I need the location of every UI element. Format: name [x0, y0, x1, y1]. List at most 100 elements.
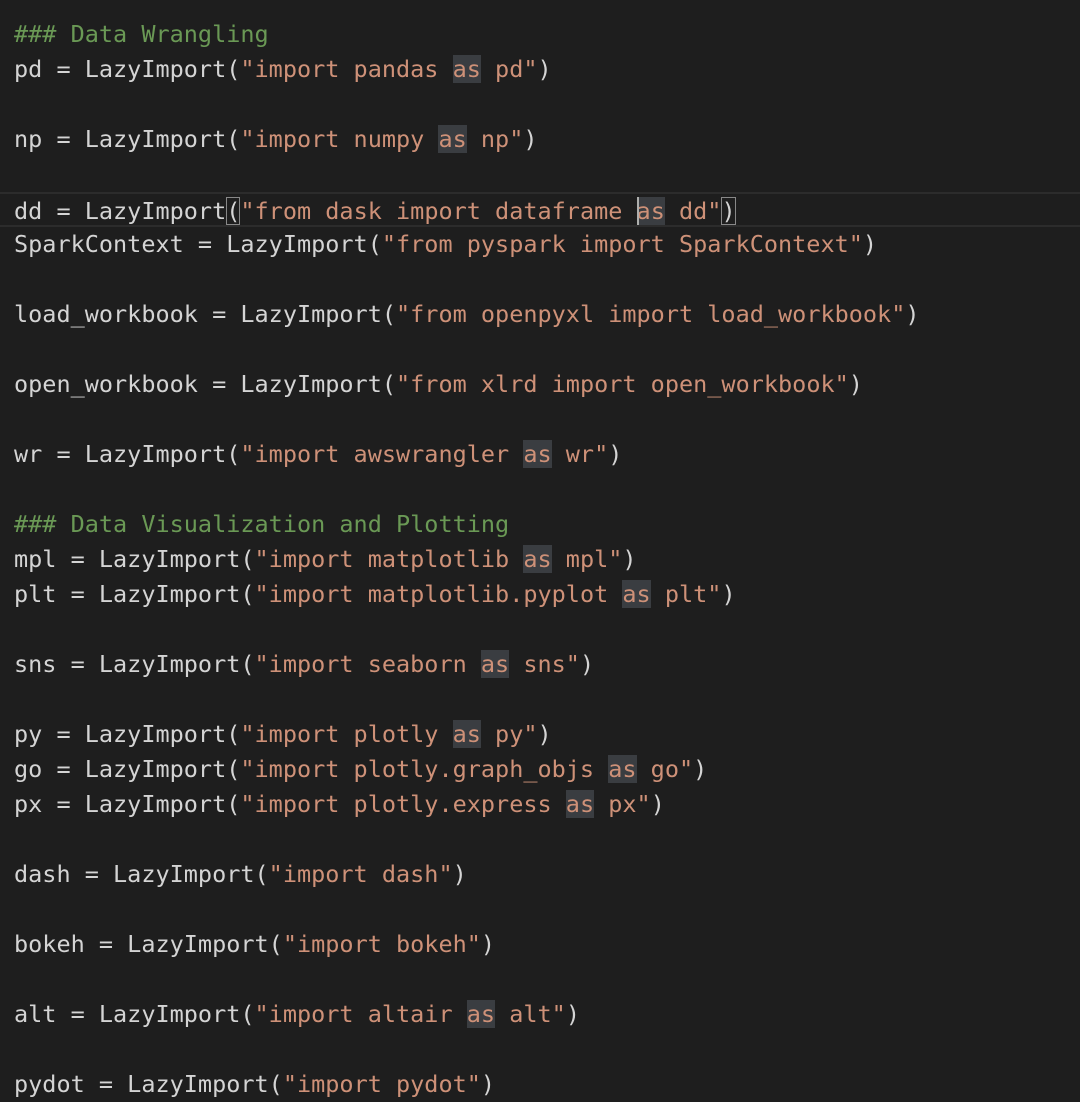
code-line[interactable]: py = LazyImport("import plotly as py") [0, 717, 1080, 752]
code-string: alt" [495, 1000, 566, 1028]
code-bracket-match: ) [721, 197, 736, 225]
code-string: "import altair [254, 1000, 467, 1028]
code-text: ) [622, 545, 637, 573]
code-line[interactable] [0, 1032, 1080, 1067]
code-keyword-highlight: as [452, 55, 481, 83]
code-string: dd" [664, 197, 722, 225]
code-string: "import pandas [240, 55, 453, 83]
code-string: "import seaborn [254, 650, 481, 678]
code-text: sns = LazyImport( [14, 650, 255, 678]
code-text: ) [480, 1070, 496, 1098]
code-text: ) [565, 1000, 580, 1028]
code-line-current[interactable]: dd = LazyImport("from dask import datafr… [0, 192, 1080, 227]
code-text: mpl = LazyImport( [14, 545, 255, 573]
code-line[interactable]: pydot = LazyImport("import pydot") [0, 1067, 1080, 1102]
code-line[interactable]: px = LazyImport("import plotly.express a… [0, 787, 1080, 822]
code-string: py" [480, 720, 538, 748]
code-keyword-highlight: as [438, 125, 467, 153]
code-string: "import plotly [240, 720, 453, 748]
code-text: ) [480, 930, 496, 958]
code-line[interactable] [0, 892, 1080, 927]
code-keyword-highlight: as [523, 440, 552, 468]
code-line[interactable] [0, 262, 1080, 297]
code-line[interactable] [0, 472, 1080, 507]
code-text: ) [848, 370, 863, 398]
code-string: "from openpyxl import load_workbook" [396, 300, 906, 328]
code-string: "import pydot" [282, 1070, 481, 1098]
code-keyword-highlight: as [608, 755, 637, 783]
code-text: ) [862, 230, 878, 258]
code-text: load_workbook = LazyImport( [14, 300, 397, 328]
code-comment: ### Data Visualization and Plotting [14, 510, 510, 538]
code-text: ) [608, 440, 623, 468]
code-text: bokeh = LazyImport( [14, 930, 283, 958]
code-keyword-highlight: as [565, 790, 595, 818]
code-line[interactable]: open_workbook = LazyImport("from xlrd im… [0, 367, 1080, 402]
code-text: ) [721, 580, 736, 608]
code-string: "from dask import dataframe [240, 197, 637, 225]
code-text: ) [523, 125, 538, 153]
code-line[interactable]: wr = LazyImport("import awswrangler as w… [0, 437, 1080, 472]
code-comment: ### Data Wrangling [14, 20, 269, 48]
code-text: SparkContext = LazyImport( [14, 230, 382, 258]
code-line[interactable]: ### Data Visualization and Plotting [0, 507, 1080, 542]
code-string: sns" [509, 650, 580, 678]
code-line[interactable]: go = LazyImport("import plotly.graph_obj… [0, 752, 1080, 787]
code-string: wr" [551, 440, 609, 468]
code-text: pd = LazyImport( [14, 55, 241, 83]
code-line[interactable]: alt = LazyImport("import altair as alt") [0, 997, 1080, 1032]
code-string: "import plotly.express [240, 790, 566, 818]
code-string: go" [636, 755, 694, 783]
code-line[interactable]: pd = LazyImport("import pandas as pd") [0, 52, 1080, 87]
code-string: "import numpy [240, 125, 439, 153]
code-text: ) [537, 55, 552, 83]
code-keyword-highlight: as [466, 1000, 496, 1028]
code-line[interactable]: load_workbook = LazyImport("from openpyx… [0, 297, 1080, 332]
code-line[interactable] [0, 87, 1080, 122]
code-line[interactable] [0, 962, 1080, 997]
code-string: mpl" [551, 545, 623, 573]
code-line[interactable]: plt = LazyImport("import matplotlib.pypl… [0, 577, 1080, 612]
code-string: "import matplotlib.pyplot [254, 580, 623, 608]
code-string: plt" [650, 580, 722, 608]
code-string: pd" [480, 55, 538, 83]
code-line[interactable] [0, 612, 1080, 647]
code-keyword-highlight: as [636, 197, 665, 225]
code-line[interactable]: ### Data Wrangling [0, 17, 1080, 52]
code-text: plt = LazyImport( [14, 580, 255, 608]
code-string: "import awswrangler [240, 440, 524, 468]
code-line[interactable] [0, 682, 1080, 717]
code-text: ) [905, 300, 920, 328]
code-line[interactable] [0, 402, 1080, 437]
code-line[interactable] [0, 332, 1080, 367]
code-editor[interactable]: ### Data Wrangling pd = LazyImport("impor… [0, 0, 1080, 1101]
code-line[interactable]: sns = LazyImport("import seaborn as sns"… [0, 647, 1080, 682]
code-text: go = LazyImport( [14, 755, 241, 783]
code-text: ) [452, 860, 467, 888]
code-string: "import bokeh" [282, 930, 481, 958]
code-line[interactable]: SparkContext = LazyImport("from pyspark … [0, 227, 1080, 262]
code-string: px" [594, 790, 651, 818]
code-text: px = LazyImport( [14, 790, 241, 818]
code-keyword-highlight: as [480, 650, 510, 678]
code-text: pydot = LazyImport( [14, 1070, 283, 1098]
code-string: "import matplotlib [254, 545, 524, 573]
code-keyword-highlight: as [452, 720, 481, 748]
code-line[interactable]: mpl = LazyImport("import matplotlib as m… [0, 542, 1080, 577]
code-line[interactable]: bokeh = LazyImport("import bokeh") [0, 927, 1080, 962]
code-text: py = LazyImport( [14, 720, 241, 748]
code-text: open_workbook = LazyImport( [14, 370, 397, 398]
code-string: "from xlrd import open_workbook" [396, 370, 849, 398]
code-line[interactable] [0, 822, 1080, 857]
code-text: ) [693, 755, 708, 783]
code-keyword-highlight: as [523, 545, 552, 573]
code-text: dash = LazyImport( [14, 860, 269, 888]
code-line[interactable] [0, 157, 1080, 192]
code-string: "import plotly.graph_objs [240, 755, 609, 783]
code-text: ) [579, 650, 595, 678]
code-string: np" [466, 125, 524, 153]
text-cursor [636, 196, 639, 225]
code-line[interactable]: np = LazyImport("import numpy as np") [0, 122, 1080, 157]
code-text: ) [537, 720, 552, 748]
code-line[interactable]: dash = LazyImport("import dash") [0, 857, 1080, 892]
